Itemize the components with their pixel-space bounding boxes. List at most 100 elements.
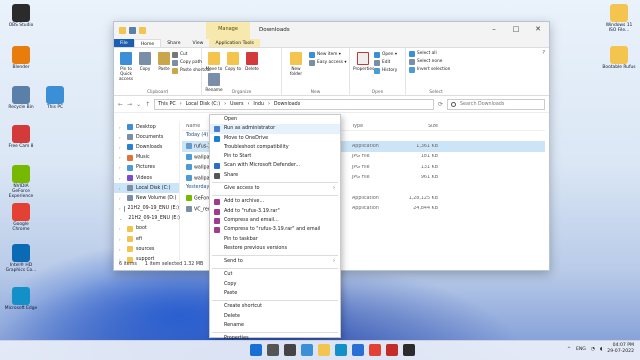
clock[interactable]: 04:07 PM 29-07-2022 <box>607 343 634 355</box>
chevron-right-icon[interactable]: › <box>119 237 124 242</box>
context-menu-item[interactable]: Compress to "rufus-3.19.rar" and email <box>210 225 340 234</box>
tab-home[interactable]: Home <box>133 39 162 47</box>
chevron-right-icon[interactable]: › <box>119 247 124 252</box>
nav-item[interactable]: › Music <box>114 153 179 163</box>
context-menu-item[interactable]: Cut <box>210 270 340 279</box>
select-all-button[interactable]: Select all <box>409 50 463 58</box>
context-menu-item[interactable]: Move to OneDrive <box>210 134 340 143</box>
desktop-icon-10[interactable]: Bootable Rufus <box>602 46 636 70</box>
desktop-icon-2[interactable]: Recycle Bin <box>4 86 38 110</box>
desktop-icon-5[interactable]: NVIDIA GeForce Experience <box>4 165 38 199</box>
pin-quick-access-button[interactable]: Pin to Quick access <box>117 50 135 81</box>
breadcrumb-users[interactable]: Users <box>230 100 243 109</box>
context-menu-item[interactable]: Give access to › <box>210 184 340 193</box>
copy-to-button[interactable]: Copy to <box>224 50 242 71</box>
manage-context-tab[interactable]: Manage <box>206 22 250 39</box>
record-icon[interactable] <box>386 344 398 356</box>
task-view-icon[interactable] <box>284 344 296 356</box>
tab-share[interactable]: Share <box>161 39 186 47</box>
chevron-down-icon[interactable]: ⌄ <box>136 101 141 108</box>
nav-item[interactable]: › New Volume (D:) <box>114 193 179 203</box>
delete-button[interactable]: Delete <box>243 50 261 71</box>
nav-item[interactable]: › efi <box>114 234 179 244</box>
help-icon[interactable]: ? <box>542 50 545 56</box>
store-icon[interactable] <box>352 344 364 356</box>
context-menu-item[interactable]: Paste <box>210 289 340 298</box>
maximize-icon[interactable]: □ <box>505 22 527 36</box>
context-menu-item[interactable]: Compress and email... <box>210 216 340 225</box>
widgets-icon[interactable] <box>301 344 313 356</box>
search-input[interactable]: Search Downloads <box>447 98 545 110</box>
volume-icon[interactable]: ◖ <box>600 347 602 352</box>
context-menu-item[interactable]: Troubleshoot compatibility <box>210 143 340 152</box>
chevron-right-icon[interactable]: › <box>119 145 124 150</box>
properties-icon[interactable] <box>129 27 136 34</box>
context-menu-item[interactable]: Share <box>210 171 340 180</box>
desktop-icon-8[interactable]: Microsoft Edge <box>4 287 38 311</box>
refresh-icon[interactable]: ⟳ <box>438 101 443 108</box>
chevron-right-icon[interactable]: › <box>119 135 124 140</box>
chevron-right-icon[interactable]: › <box>119 226 124 231</box>
breadcrumb-downloads[interactable]: Downloads <box>274 100 300 109</box>
context-menu-item[interactable]: Open <box>210 115 340 124</box>
chevron-right-icon[interactable]: › <box>119 155 124 160</box>
paste-button[interactable]: Paste <box>155 50 173 71</box>
context-menu-item[interactable]: Add to archive... <box>210 197 340 206</box>
desktop-icon-1[interactable]: Blender <box>4 46 38 70</box>
breadcrumb-indu[interactable]: Indu <box>253 100 264 109</box>
chevron-right-icon[interactable]: › <box>119 165 124 170</box>
nav-item[interactable]: › 21H2_09-19_ENU (E:) <box>114 204 179 214</box>
edit-button[interactable]: Edit <box>374 59 397 67</box>
desktop-icon-9[interactable]: Windows 11 ISO File... <box>602 4 636 33</box>
breadcrumb-local-disk[interactable]: Local Disk (C:) <box>186 100 221 109</box>
address-bar[interactable]: This PC › Local Disk (C:) › Users › Indu › D… <box>154 98 434 110</box>
tab-file[interactable]: File <box>114 39 134 47</box>
copy-button[interactable]: Copy <box>136 50 154 71</box>
obs-icon[interactable] <box>403 344 415 356</box>
nav-item[interactable]: › boot <box>114 224 179 234</box>
wifi-icon[interactable]: ◔ <box>591 347 595 352</box>
context-menu-item[interactable]: Run as administrator <box>210 124 340 134</box>
nav-item[interactable]: ⌄ 21H2_09-19_ENU (E:) <box>114 214 180 224</box>
tab-view[interactable]: View <box>187 39 210 47</box>
context-menu-item[interactable]: Create shortcut <box>210 302 340 311</box>
nav-item[interactable]: › sources <box>114 244 179 254</box>
desktop-icon-0[interactable]: OBS Studio <box>4 4 38 28</box>
nav-item[interactable]: › Documents <box>114 132 179 142</box>
context-menu-item[interactable]: Delete <box>210 312 340 321</box>
context-menu-item[interactable]: Restore previous versions <box>210 244 340 253</box>
context-menu-item[interactable]: Add to "rufus-3.19.rar" <box>210 207 340 216</box>
nav-item[interactable]: › Desktop <box>114 122 179 132</box>
column-size[interactable]: Size <box>400 124 438 129</box>
new-item-button[interactable]: New item ▾ <box>309 51 347 59</box>
chevron-right-icon[interactable]: › <box>119 176 124 181</box>
nav-item[interactable]: › Pictures <box>114 163 179 173</box>
up-icon[interactable]: ↑ <box>145 101 150 108</box>
chrome-icon[interactable] <box>369 344 381 356</box>
easy-access-button[interactable]: Easy access ▾ <box>309 59 347 67</box>
column-type[interactable]: Type <box>348 124 400 129</box>
history-button[interactable]: History <box>374 67 397 75</box>
chevron-up-icon[interactable]: ^ <box>567 347 571 352</box>
nav-item[interactable]: › Downloads <box>114 142 179 152</box>
search-icon[interactable] <box>267 344 279 356</box>
minimize-icon[interactable]: – <box>483 22 505 36</box>
nav-item[interactable]: › Local Disk (C:) <box>114 183 179 194</box>
chevron-right-icon[interactable]: › <box>119 196 124 201</box>
forward-icon[interactable]: → <box>127 101 132 108</box>
chevron-right-icon[interactable]: › <box>119 125 124 130</box>
properties-button[interactable]: Properties <box>353 50 374 71</box>
close-icon[interactable]: ✕ <box>527 22 549 36</box>
context-menu-item[interactable]: Rename <box>210 321 340 330</box>
desktop-icon-7[interactable]: Intel® HD Graphics Co... <box>4 244 38 273</box>
context-menu-item[interactable]: Copy <box>210 280 340 289</box>
edge-icon[interactable] <box>335 344 347 356</box>
select-none-button[interactable]: Select none <box>409 58 463 66</box>
breadcrumb-this-pc[interactable]: This PC <box>158 100 176 109</box>
desktop-icon-3[interactable]: This PC <box>38 86 72 110</box>
context-menu-item[interactable]: Pin to taskbar <box>210 235 340 244</box>
move-to-button[interactable]: Move to <box>205 50 223 71</box>
nav-item[interactable]: › Videos <box>114 173 179 183</box>
language-indicator[interactable]: ENG <box>576 347 586 352</box>
back-icon[interactable]: ← <box>118 101 123 108</box>
